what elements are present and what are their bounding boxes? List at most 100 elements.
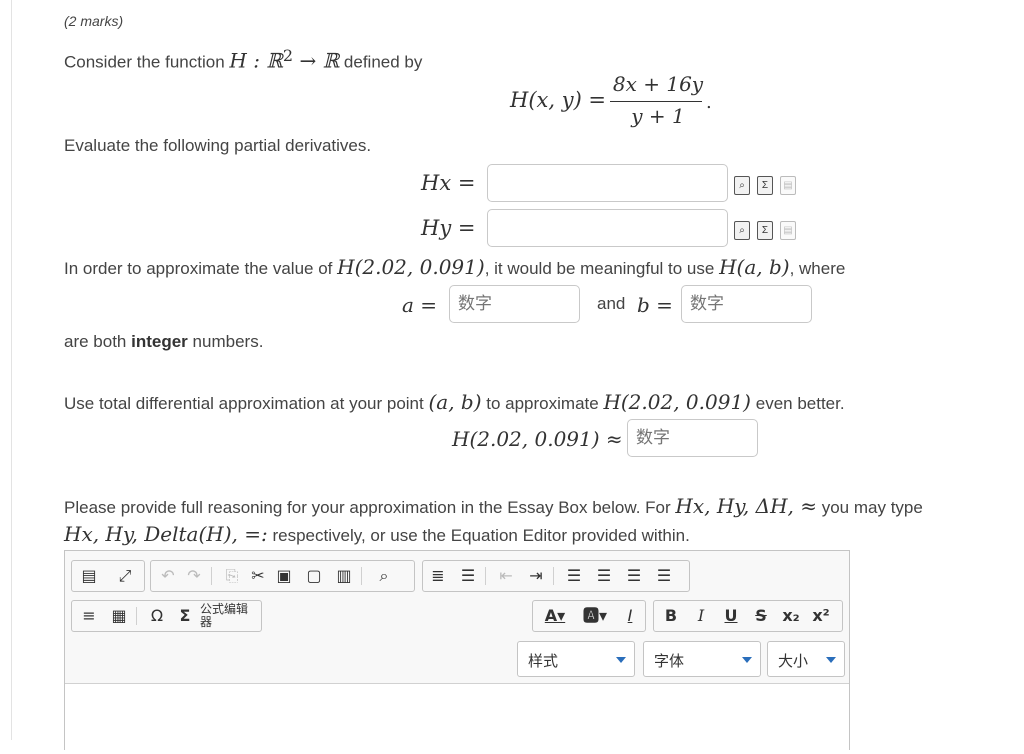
chevron-down-icon [826,657,836,663]
cut-icon[interactable]: ✂ [245,561,271,591]
style-select-label: 样式 [528,652,559,670]
numbered-list-icon[interactable]: ≣ [425,561,451,591]
hy-label: Hy = [421,216,476,240]
outdent-icon[interactable]: ⇤ [493,561,519,591]
fraction-bar [610,101,702,102]
paste-icon[interactable]: ▤ [780,176,796,195]
italic-button[interactable]: I [688,601,714,631]
intro-math: H : ℝ [229,48,283,73]
undo-icon[interactable]: ↶ [155,561,181,591]
and-text: and [597,294,626,313]
toolbar-group-basic-style: B I U S x₂ x² [653,600,843,632]
essay-math-1: Hx, Hy, ΔH, ≈ [675,494,817,518]
integer-line: are both integer numbers. [64,332,263,352]
align-left-icon[interactable]: ☰ [561,561,587,591]
essay-text-3: respectively, or use the Equation Editor… [272,526,690,545]
essay-text-area[interactable] [65,683,849,754]
sigma-icon[interactable]: Σ [172,601,198,631]
total-line: Use total differential approximation at … [64,390,845,414]
bulleted-list-icon[interactable]: ☰ [455,561,481,591]
remove-format-icon[interactable]: I [617,601,643,631]
toolbar-group-color: A▾ 🅰▾ I [532,600,646,632]
maximize-icon[interactable]: ⤢ [112,561,138,591]
intro-math-2: → ℝ [293,48,340,73]
redo-icon[interactable]: ↷ [181,561,207,591]
subscript-icon[interactable]: x₂ [778,601,804,631]
essay-text-1: Please provide full reasoning for your a… [64,498,671,517]
special-char-icon[interactable]: Ω [144,601,170,631]
approx-math-1: H(2.02, 0.091) [337,255,485,279]
source-icon[interactable]: ▤ [76,561,102,591]
justify-icon[interactable]: ☰ [651,561,677,591]
toolbar-group-insert: ≡ ▦ Ω Σ 公式编辑器 [71,600,262,632]
marks-label: (2 marks) [64,13,124,29]
intro-sup: 2 [282,46,294,65]
style-select[interactable]: 样式 [517,641,635,677]
paste-icon[interactable]: ▤ [780,221,796,240]
essay-line-1: Please provide full reasoning for your a… [64,494,923,518]
superscript-icon[interactable]: x² [808,601,834,631]
essay-editor: ▤ ⤢ ↶ ↷ ⎘ ✂ ▣ ▢ ▥ ⌕ ≣ ☰ ⇤ ⇥ ☰ ☰ ☰ ☰ ≡ ▦ … [64,550,850,754]
equation-icon[interactable]: Σ [757,176,773,195]
definition-lhs: H(x, y) = [510,88,607,112]
chevron-down-icon [616,657,626,663]
size-select[interactable]: 大小 [767,641,845,677]
bg-color-icon[interactable]: 🅰▾ [577,601,613,631]
integer-text-2: numbers. [192,332,264,351]
align-center-icon[interactable]: ☰ [591,561,617,591]
integer-text-1: are both [64,332,127,351]
toolbar-group-view: ▤ ⤢ [71,560,145,592]
hx-input[interactable] [487,164,728,202]
definition-period: . [706,92,712,113]
final-label: H(2.02, 0.091) ≈ [452,427,623,451]
paste-icon[interactable]: ▣ [271,561,297,591]
approx-math-2: H(a, b) [719,255,790,279]
approx-line: In order to approximate the value of H(2… [64,255,845,279]
table-icon[interactable]: ▦ [106,601,132,631]
total-math-1: (a, b) [428,390,482,414]
approx-text-2: , it would be meaningful to use [484,259,715,278]
definition-numerator: 8x + 16y [612,72,704,96]
formula-editor-button[interactable]: 公式编辑器 [200,603,256,629]
approx-text-1: In order to approximate the value of [64,259,333,278]
paste-word-icon[interactable]: ▥ [331,561,357,591]
underline-button[interactable]: U [718,601,744,631]
b-label: b = [637,293,673,317]
integer-bold: integer [131,332,188,351]
search-icon[interactable]: ⌕ [371,561,397,591]
a-input[interactable] [449,285,580,323]
b-input[interactable] [681,285,812,323]
essay-text-2: you may type [821,498,923,517]
size-select-label: 大小 [778,652,809,670]
approx-text-3: , where [789,259,846,278]
toolbar-group-clipboard: ↶ ↷ ⎘ ✂ ▣ ▢ ▥ ⌕ [150,560,415,592]
total-text-3: even better. [755,394,845,413]
horizontal-rule-icon[interactable]: ≡ [76,601,102,631]
essay-math-2: Hx, Hy, Delta(H), =: [64,522,268,546]
text-color-icon[interactable]: A▾ [537,601,573,631]
evaluate-text: Evaluate the following partial derivativ… [64,136,372,155]
align-right-icon[interactable]: ☰ [621,561,647,591]
intro-tail: defined by [343,52,423,72]
hy-input[interactable] [487,209,728,247]
copy-icon[interactable]: ⎘ [219,561,245,591]
strike-button[interactable]: S [748,601,774,631]
font-select[interactable]: 字体 [643,641,761,677]
total-text-1: Use total differential approximation at … [64,394,424,413]
definition-denominator: y + 1 [631,104,685,128]
bold-button[interactable]: B [658,601,684,631]
chevron-down-icon [742,657,752,663]
font-select-label: 字体 [654,652,685,670]
preview-icon[interactable]: ⌕ [734,176,750,195]
paste-text-icon[interactable]: ▢ [301,561,327,591]
intro-line: Consider the function H : ℝ2 → ℝ defined… [64,46,422,73]
total-text-2: to approximate [486,394,599,413]
final-input[interactable] [627,419,758,457]
essay-line-2: Hx, Hy, Delta(H), =: respectively, or us… [64,522,690,546]
indent-icon[interactable]: ⇥ [523,561,549,591]
a-label: a = [402,293,438,317]
total-math-2: H(2.02, 0.091) [603,390,751,414]
intro-text: Consider the function [64,52,225,72]
equation-icon[interactable]: Σ [757,221,773,240]
preview-icon[interactable]: ⌕ [734,221,750,240]
